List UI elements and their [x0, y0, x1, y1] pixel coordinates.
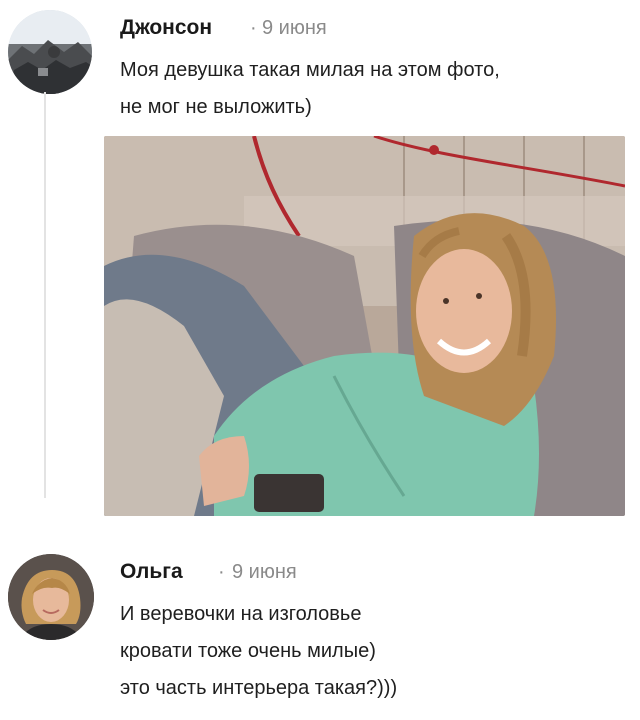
- avatar-jonson-image: [8, 10, 92, 94]
- meta-separator: ·: [218, 561, 225, 583]
- thread-line: [44, 92, 46, 498]
- meta-separator: ·: [250, 17, 257, 39]
- comment-text: И веревочки на изголовье кровати тоже оч…: [120, 603, 398, 699]
- photo-image: [104, 136, 625, 516]
- comment-olga: Ольга · 9 июня И веревочки на изголовье …: [0, 540, 640, 720]
- comment-author[interactable]: Ольга: [120, 560, 183, 584]
- comment-author[interactable]: Джонсон: [120, 16, 212, 40]
- avatar-olga-image: [8, 554, 94, 640]
- comment-date[interactable]: 9 июня: [262, 17, 327, 40]
- avatar[interactable]: [8, 10, 92, 94]
- comment-date[interactable]: 9 июня: [232, 561, 297, 584]
- attached-photo[interactable]: [104, 136, 625, 516]
- avatar[interactable]: [8, 554, 94, 640]
- comment-jonson: Джонсон · 9 июня Моя девушка такая милая…: [0, 0, 640, 520]
- comment-text: Моя девушка такая милая на этом фото, не…: [120, 59, 500, 118]
